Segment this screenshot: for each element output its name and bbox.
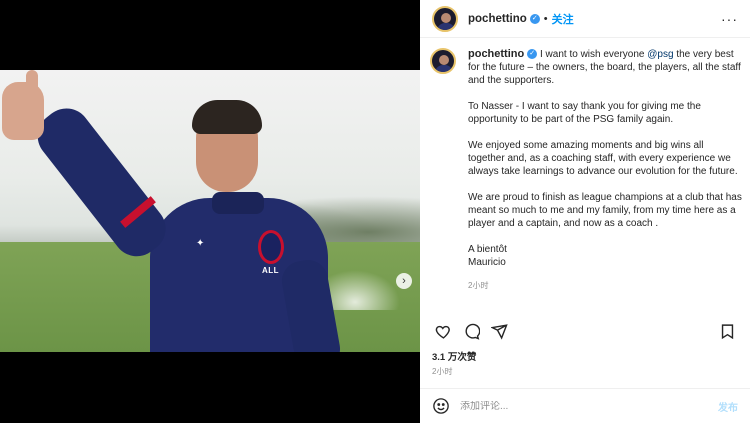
send-icon — [490, 323, 508, 340]
mention-link[interactable]: @psg — [647, 49, 673, 60]
comment-bar: 发布 — [420, 388, 750, 423]
caption-timestamp: 2小时 — [468, 281, 489, 290]
like-count[interactable]: 3.1 万次赞 — [432, 349, 476, 363]
caption-text-1: I want to wish everyone — [537, 49, 648, 60]
post-comment-button[interactable]: 发布 — [718, 399, 738, 414]
more-options-icon[interactable]: ··· — [721, 11, 738, 27]
separator: • — [543, 12, 548, 25]
caption-text-3: We enjoyed some amazing moments and big … — [468, 140, 738, 177]
heart-icon — [435, 325, 450, 339]
brand-logo: ✦ — [196, 238, 205, 249]
post-timestamp: 2小时 — [432, 367, 453, 376]
raised-arm — [28, 98, 176, 266]
caption-username[interactable]: pochettino — [468, 48, 524, 60]
comment-input[interactable] — [460, 400, 718, 412]
collar — [212, 192, 264, 214]
caption: pochettino ✓ I want to wish everyone @psg… — [430, 48, 742, 292]
caption-sign-1: A bientôt — [468, 244, 507, 255]
emoji-icon[interactable] — [432, 397, 450, 415]
comment-icon — [465, 323, 480, 340]
caption-verified-badge-icon: ✓ — [527, 49, 538, 60]
coach-figure: ALL ✦ — [0, 70, 420, 352]
caption-body: pochettino ✓ I want to wish everyone @psg… — [468, 48, 742, 292]
caption-text-4: We are proud to finish as league champio… — [468, 192, 742, 229]
post-photo[interactable]: ALL ✦ › — [0, 70, 420, 352]
avatar[interactable] — [432, 5, 458, 32]
caption-sign-2: Mauricio — [468, 257, 506, 268]
carousel-next-icon[interactable]: › — [396, 273, 412, 289]
like-button[interactable] — [432, 320, 454, 342]
hair — [192, 100, 262, 134]
share-button[interactable] — [488, 320, 510, 342]
club-crest — [258, 230, 284, 264]
action-bar — [432, 320, 738, 342]
sponsor-logo: ALL — [262, 266, 280, 275]
bookmark-icon — [721, 323, 733, 339]
caption-text-2: To Nasser - I want to say thank you for … — [468, 101, 701, 125]
verified-badge-icon: ✓ — [529, 13, 540, 24]
save-button[interactable] — [716, 320, 738, 342]
instagram-post-viewer: ALL ✦ › pochettino ✓ • 关注 ··· pochettino… — [0, 0, 750, 423]
caption-avatar[interactable] — [430, 48, 456, 74]
follow-button[interactable]: 关注 — [552, 11, 574, 27]
post-panel: pochettino ✓ • 关注 ··· pochettino ✓ I want… — [420, 0, 750, 423]
post-header: pochettino ✓ • 关注 ··· — [420, 0, 750, 38]
media-area: ALL ✦ › — [0, 0, 420, 423]
comment-button[interactable] — [460, 320, 482, 342]
header-username[interactable]: pochettino — [468, 13, 527, 25]
thumb — [26, 70, 38, 98]
